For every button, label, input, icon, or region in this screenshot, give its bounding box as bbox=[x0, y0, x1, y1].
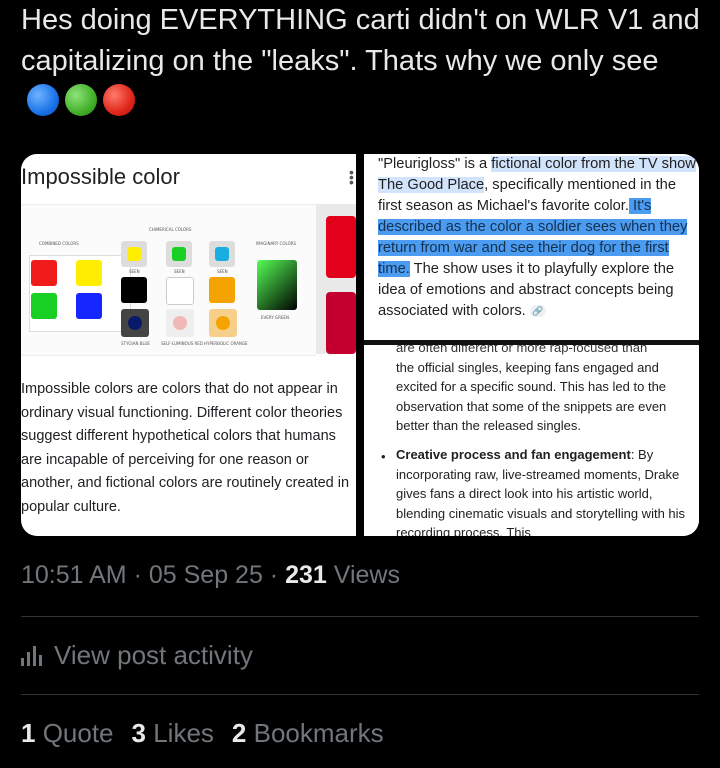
post-date[interactable]: 05 Sep 25 bbox=[149, 561, 263, 589]
green-circle-icon bbox=[65, 84, 97, 117]
bullet-icon: • bbox=[381, 449, 386, 464]
tweet-text: Hes doing EVERYTHING carti didn't on WLR… bbox=[21, 0, 701, 123]
diagram-right-caption: IMAGINARY COLORS bbox=[256, 241, 297, 246]
black-swatch bbox=[121, 277, 147, 303]
lower-snippet: are often different or more rap-focused … bbox=[364, 345, 699, 536]
post-meta: 10:51 AM · 05 Sep 25 · 231 Views bbox=[21, 561, 400, 590]
diagram-left-caption: COMBINED COLORS bbox=[39, 241, 79, 246]
red-circle-icon bbox=[103, 84, 135, 117]
thumb-red-bottom bbox=[326, 292, 356, 354]
media-grid[interactable]: Impossible color • • • CHIMERICAL COLORS C… bbox=[21, 154, 699, 536]
tweet-body: Hes doing EVERYTHING carti didn't on WLR… bbox=[21, 4, 700, 77]
meta-sep-2: · bbox=[262, 561, 286, 589]
swatch-label-2: SEEN bbox=[174, 269, 185, 274]
pleurigloss-text: "Pleurigloss" is a fictional color from … bbox=[378, 154, 696, 322]
view-post-activity-link[interactable]: View post activity bbox=[21, 640, 253, 671]
label-every-green: EVERY GREEN bbox=[261, 315, 289, 320]
stygian-blue-swatch bbox=[128, 316, 142, 330]
yellow-swatch bbox=[76, 260, 102, 286]
likes-label: Likes bbox=[146, 718, 214, 748]
orange-swatch bbox=[209, 277, 235, 303]
media-left-screenshot[interactable]: Impossible color • • • CHIMERICAL COLORS C… bbox=[21, 154, 356, 536]
text-pre: "Pleurigloss" is a bbox=[378, 156, 492, 172]
activity-label: View post activity bbox=[54, 640, 253, 670]
hyperbolic-orange-swatch bbox=[216, 316, 230, 330]
green-swatch bbox=[31, 293, 57, 319]
analytics-icon bbox=[21, 645, 42, 666]
bullet-item: Creative process and fan engagement: By … bbox=[396, 445, 688, 536]
text-post: The show uses it to playfully explore th… bbox=[378, 261, 675, 319]
impossible-color-description: Impossible colors are colors that do not… bbox=[21, 381, 350, 515]
engagement-stats: 1 Quote 3 Likes 2 Bookmarks bbox=[21, 718, 384, 749]
quotes-stat[interactable]: 1 Quote bbox=[21, 718, 114, 748]
green-gradient-swatch bbox=[257, 260, 297, 310]
post-time[interactable]: 10:51 AM bbox=[21, 561, 127, 589]
white-swatch bbox=[166, 277, 194, 305]
chimeric-swatch-3-inner bbox=[215, 247, 229, 261]
more-options-icon: • • • bbox=[349, 164, 354, 190]
views-label: Views bbox=[326, 561, 400, 589]
media-right-screenshot[interactable]: "Pleurigloss" is a fictional color from … bbox=[364, 154, 699, 536]
bookmarks-label: Bookmarks bbox=[246, 718, 384, 748]
quotes-label: Quote bbox=[35, 718, 114, 748]
quotes-count: 1 bbox=[21, 718, 36, 748]
lower-para: the official singles, keeping fans engag… bbox=[396, 359, 667, 434]
chimeric-swatch-2-inner bbox=[172, 247, 186, 261]
next-image-thumb[interactable] bbox=[316, 204, 356, 354]
divider-top bbox=[21, 616, 699, 617]
link-icon: 🔗 bbox=[529, 305, 546, 318]
swatch-label-3: SEEN bbox=[217, 269, 228, 274]
self-luminous-red-swatch bbox=[173, 316, 187, 330]
bookmarks-stat[interactable]: 2 Bookmarks bbox=[232, 718, 384, 748]
blue-swatch bbox=[76, 293, 102, 319]
likes-count: 3 bbox=[131, 718, 146, 748]
red-swatch bbox=[31, 260, 57, 286]
bullet-title: Creative process and fan engagement bbox=[396, 447, 631, 462]
thumb-red-top bbox=[326, 216, 356, 278]
lower-partial-line: are often different or more rap-focused … bbox=[396, 345, 648, 355]
bookmarks-count: 2 bbox=[231, 718, 247, 748]
panel-title: Impossible color bbox=[21, 164, 180, 189]
label-stygian: STYGIAN BLUE bbox=[121, 341, 150, 346]
swatch-label-1: SEEN bbox=[129, 269, 140, 274]
lower-paragraph: are often different or more rap-focused … bbox=[396, 345, 688, 436]
blue-circle-icon bbox=[27, 84, 59, 117]
views-count: 231 bbox=[285, 561, 327, 589]
chimeric-swatch-1-inner bbox=[127, 247, 141, 261]
meta-sep-1: · bbox=[126, 561, 149, 589]
diagram-heading: CHIMERICAL COLORS bbox=[149, 227, 192, 232]
emoji-group bbox=[27, 84, 135, 117]
label-self-luminous: SELF-LUMINOUS RED bbox=[161, 341, 203, 346]
likes-stat[interactable]: 3 Likes bbox=[132, 718, 214, 748]
label-hyperbolic: HYPERBOLIC ORANGE bbox=[204, 341, 248, 346]
color-diagram: CHIMERICAL COLORS COMBINED COLORS IMAGIN… bbox=[21, 204, 316, 356]
divider-bottom bbox=[21, 694, 699, 695]
